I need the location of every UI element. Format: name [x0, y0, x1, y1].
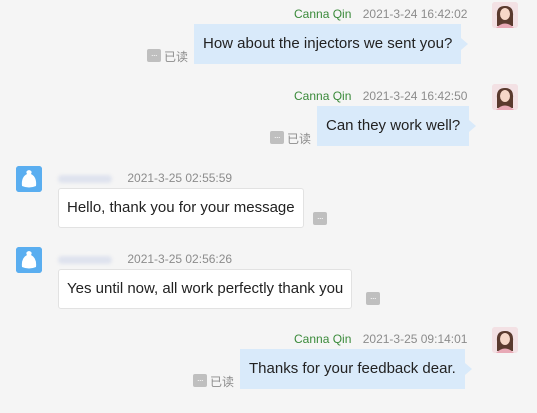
chat-history: Canna Qin 2021-3-24 16:42:02 How about t… [0, 0, 537, 413]
read-status: 已读 [287, 132, 312, 146]
message-meta: Canna Qin 2021-3-24 16:42:02 [294, 7, 467, 21]
sender-name-redacted [58, 174, 112, 183]
peer-avatar[interactable] [16, 247, 42, 273]
message-bubble[interactable]: Thanks for your feedback dear. [240, 349, 472, 389]
sender-name: Canna Qin [294, 332, 352, 346]
more-options-icon[interactable]: ... [270, 131, 284, 144]
default-avatar-icon [16, 166, 42, 192]
self-avatar[interactable] [492, 2, 518, 28]
message-meta: Canna Qin 2021-3-25 09:14:01 [294, 332, 467, 346]
default-avatar-icon [16, 247, 42, 273]
read-status: 已读 [210, 375, 235, 389]
more-options-icon[interactable]: ... [313, 212, 327, 225]
next-message-preview [222, 404, 312, 413]
sender-name-redacted [58, 255, 112, 264]
read-status: 已读 [164, 50, 189, 64]
message-bubble[interactable]: Hello, thank you for your message [58, 188, 304, 228]
message-timestamp: 2021-3-25 09:14:01 [362, 332, 468, 346]
user-avatar-icon [492, 327, 518, 353]
more-options-icon[interactable]: ... [147, 49, 161, 62]
sender-name: Canna Qin [294, 7, 352, 21]
self-avatar[interactable] [492, 327, 518, 353]
message-timestamp: 2021-3-24 16:42:02 [362, 7, 468, 21]
more-options-icon[interactable]: ... [366, 292, 380, 305]
self-avatar[interactable] [492, 84, 518, 110]
message-bubble[interactable]: How about the injectors we sent you? [194, 24, 469, 64]
message-bubble[interactable]: Can they work well? [317, 106, 477, 146]
user-avatar-icon [492, 84, 518, 110]
message-bubble[interactable]: Yes until now, all work perfectly thank … [58, 269, 353, 309]
message-meta: Canna Qin 2021-3-24 16:42:50 [294, 89, 467, 103]
message-timestamp: 2021-3-25 02:56:26 [127, 252, 233, 266]
message-timestamp: 2021-3-25 02:55:59 [127, 171, 233, 185]
more-options-icon[interactable]: ... [193, 374, 207, 387]
message-meta: 2021-3-25 02:56:26 [58, 252, 232, 266]
message-timestamp: 2021-3-24 16:42:50 [362, 89, 468, 103]
sender-name: Canna Qin [294, 89, 352, 103]
peer-avatar[interactable] [16, 166, 42, 192]
user-avatar-icon [492, 2, 518, 28]
message-meta: 2021-3-25 02:55:59 [58, 171, 232, 185]
